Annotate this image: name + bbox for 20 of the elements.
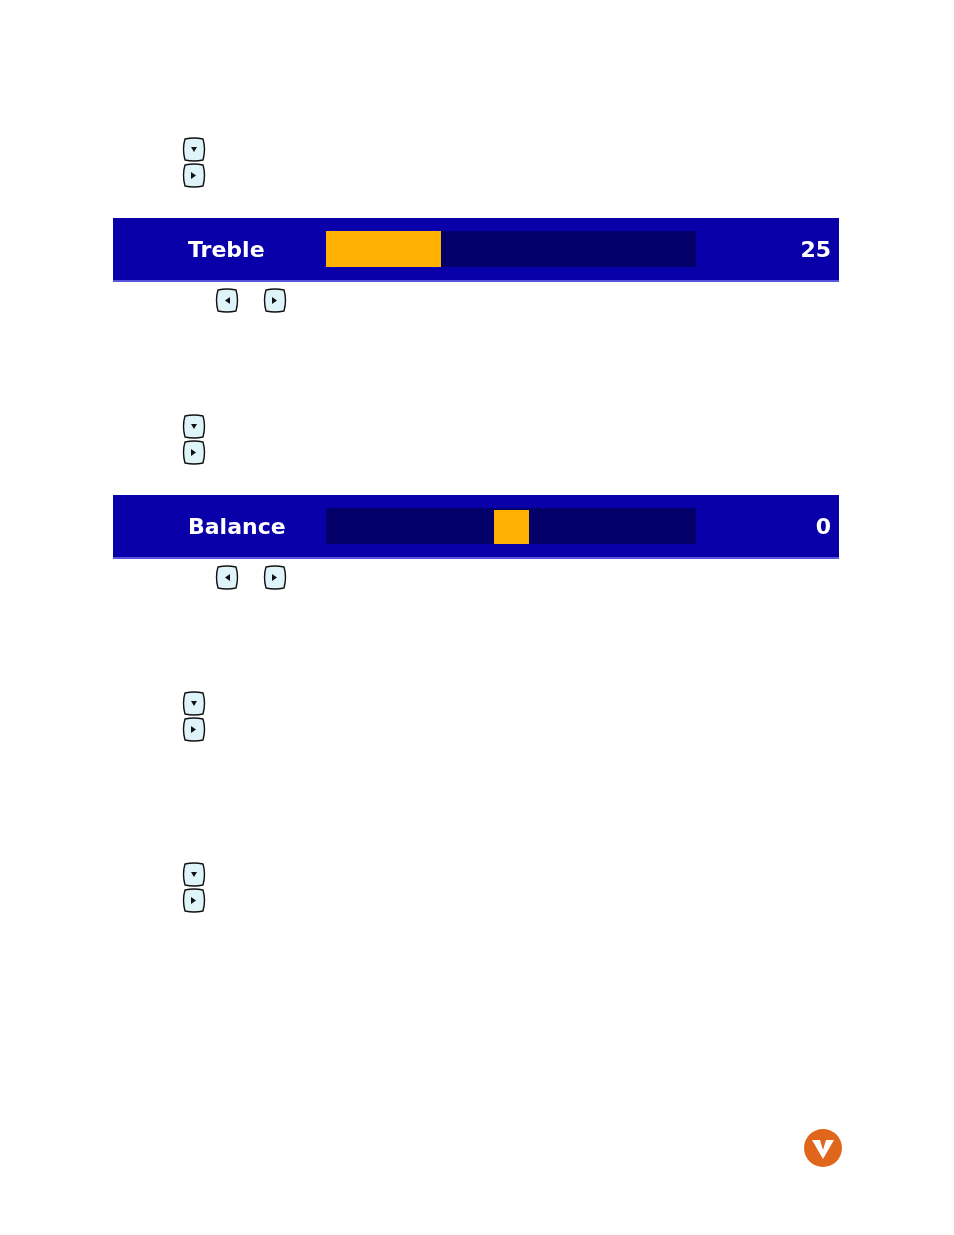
slider-value: 0 <box>814 513 832 539</box>
down-key-icon <box>181 862 207 887</box>
slider-track[interactable] <box>326 231 696 267</box>
slider-label: Balance <box>187 513 287 539</box>
slider-label: Treble <box>187 236 266 262</box>
slider-value: 25 <box>799 236 832 262</box>
down-key-icon <box>181 137 207 162</box>
right-key-icon <box>262 565 288 590</box>
slider-track[interactable] <box>326 508 696 544</box>
logo-icon <box>803 1128 843 1168</box>
right-key-icon <box>181 717 207 742</box>
right-key-icon <box>262 288 288 313</box>
down-key-icon <box>181 414 207 439</box>
slider-thumb[interactable] <box>494 510 529 544</box>
down-key-icon <box>181 691 207 716</box>
right-key-icon <box>181 163 207 188</box>
left-key-icon <box>214 565 240 590</box>
right-key-icon <box>181 888 207 913</box>
left-key-icon <box>214 288 240 313</box>
right-key-icon <box>181 440 207 465</box>
